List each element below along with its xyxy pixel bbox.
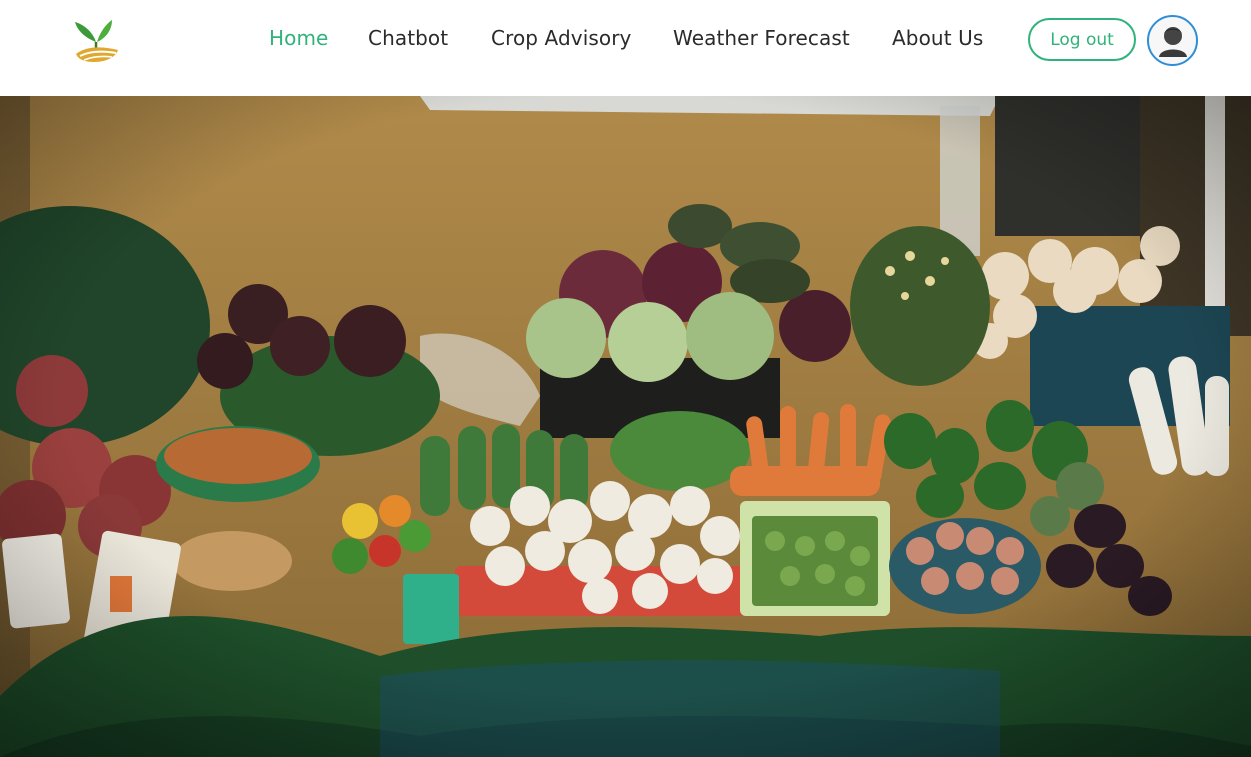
hero-banner bbox=[0, 96, 1251, 757]
nav-chatbot-link[interactable]: Chatbot bbox=[368, 26, 448, 50]
navbar: Home Chatbot Crop Advisory Weather Forec… bbox=[0, 0, 1251, 96]
vegetable-market-stall-photo bbox=[0, 96, 1251, 757]
nav-crop-advisory-link[interactable]: Crop Advisory bbox=[491, 26, 631, 50]
logout-button[interactable]: Log out bbox=[1028, 18, 1136, 61]
sprout-logo-icon[interactable] bbox=[72, 16, 120, 66]
nav-weather-forecast-link[interactable]: Weather Forecast bbox=[673, 26, 850, 50]
nav-home-link[interactable]: Home bbox=[269, 26, 328, 50]
user-avatar-icon[interactable] bbox=[1147, 15, 1198, 66]
nav-about-us-link[interactable]: About Us bbox=[892, 26, 983, 50]
